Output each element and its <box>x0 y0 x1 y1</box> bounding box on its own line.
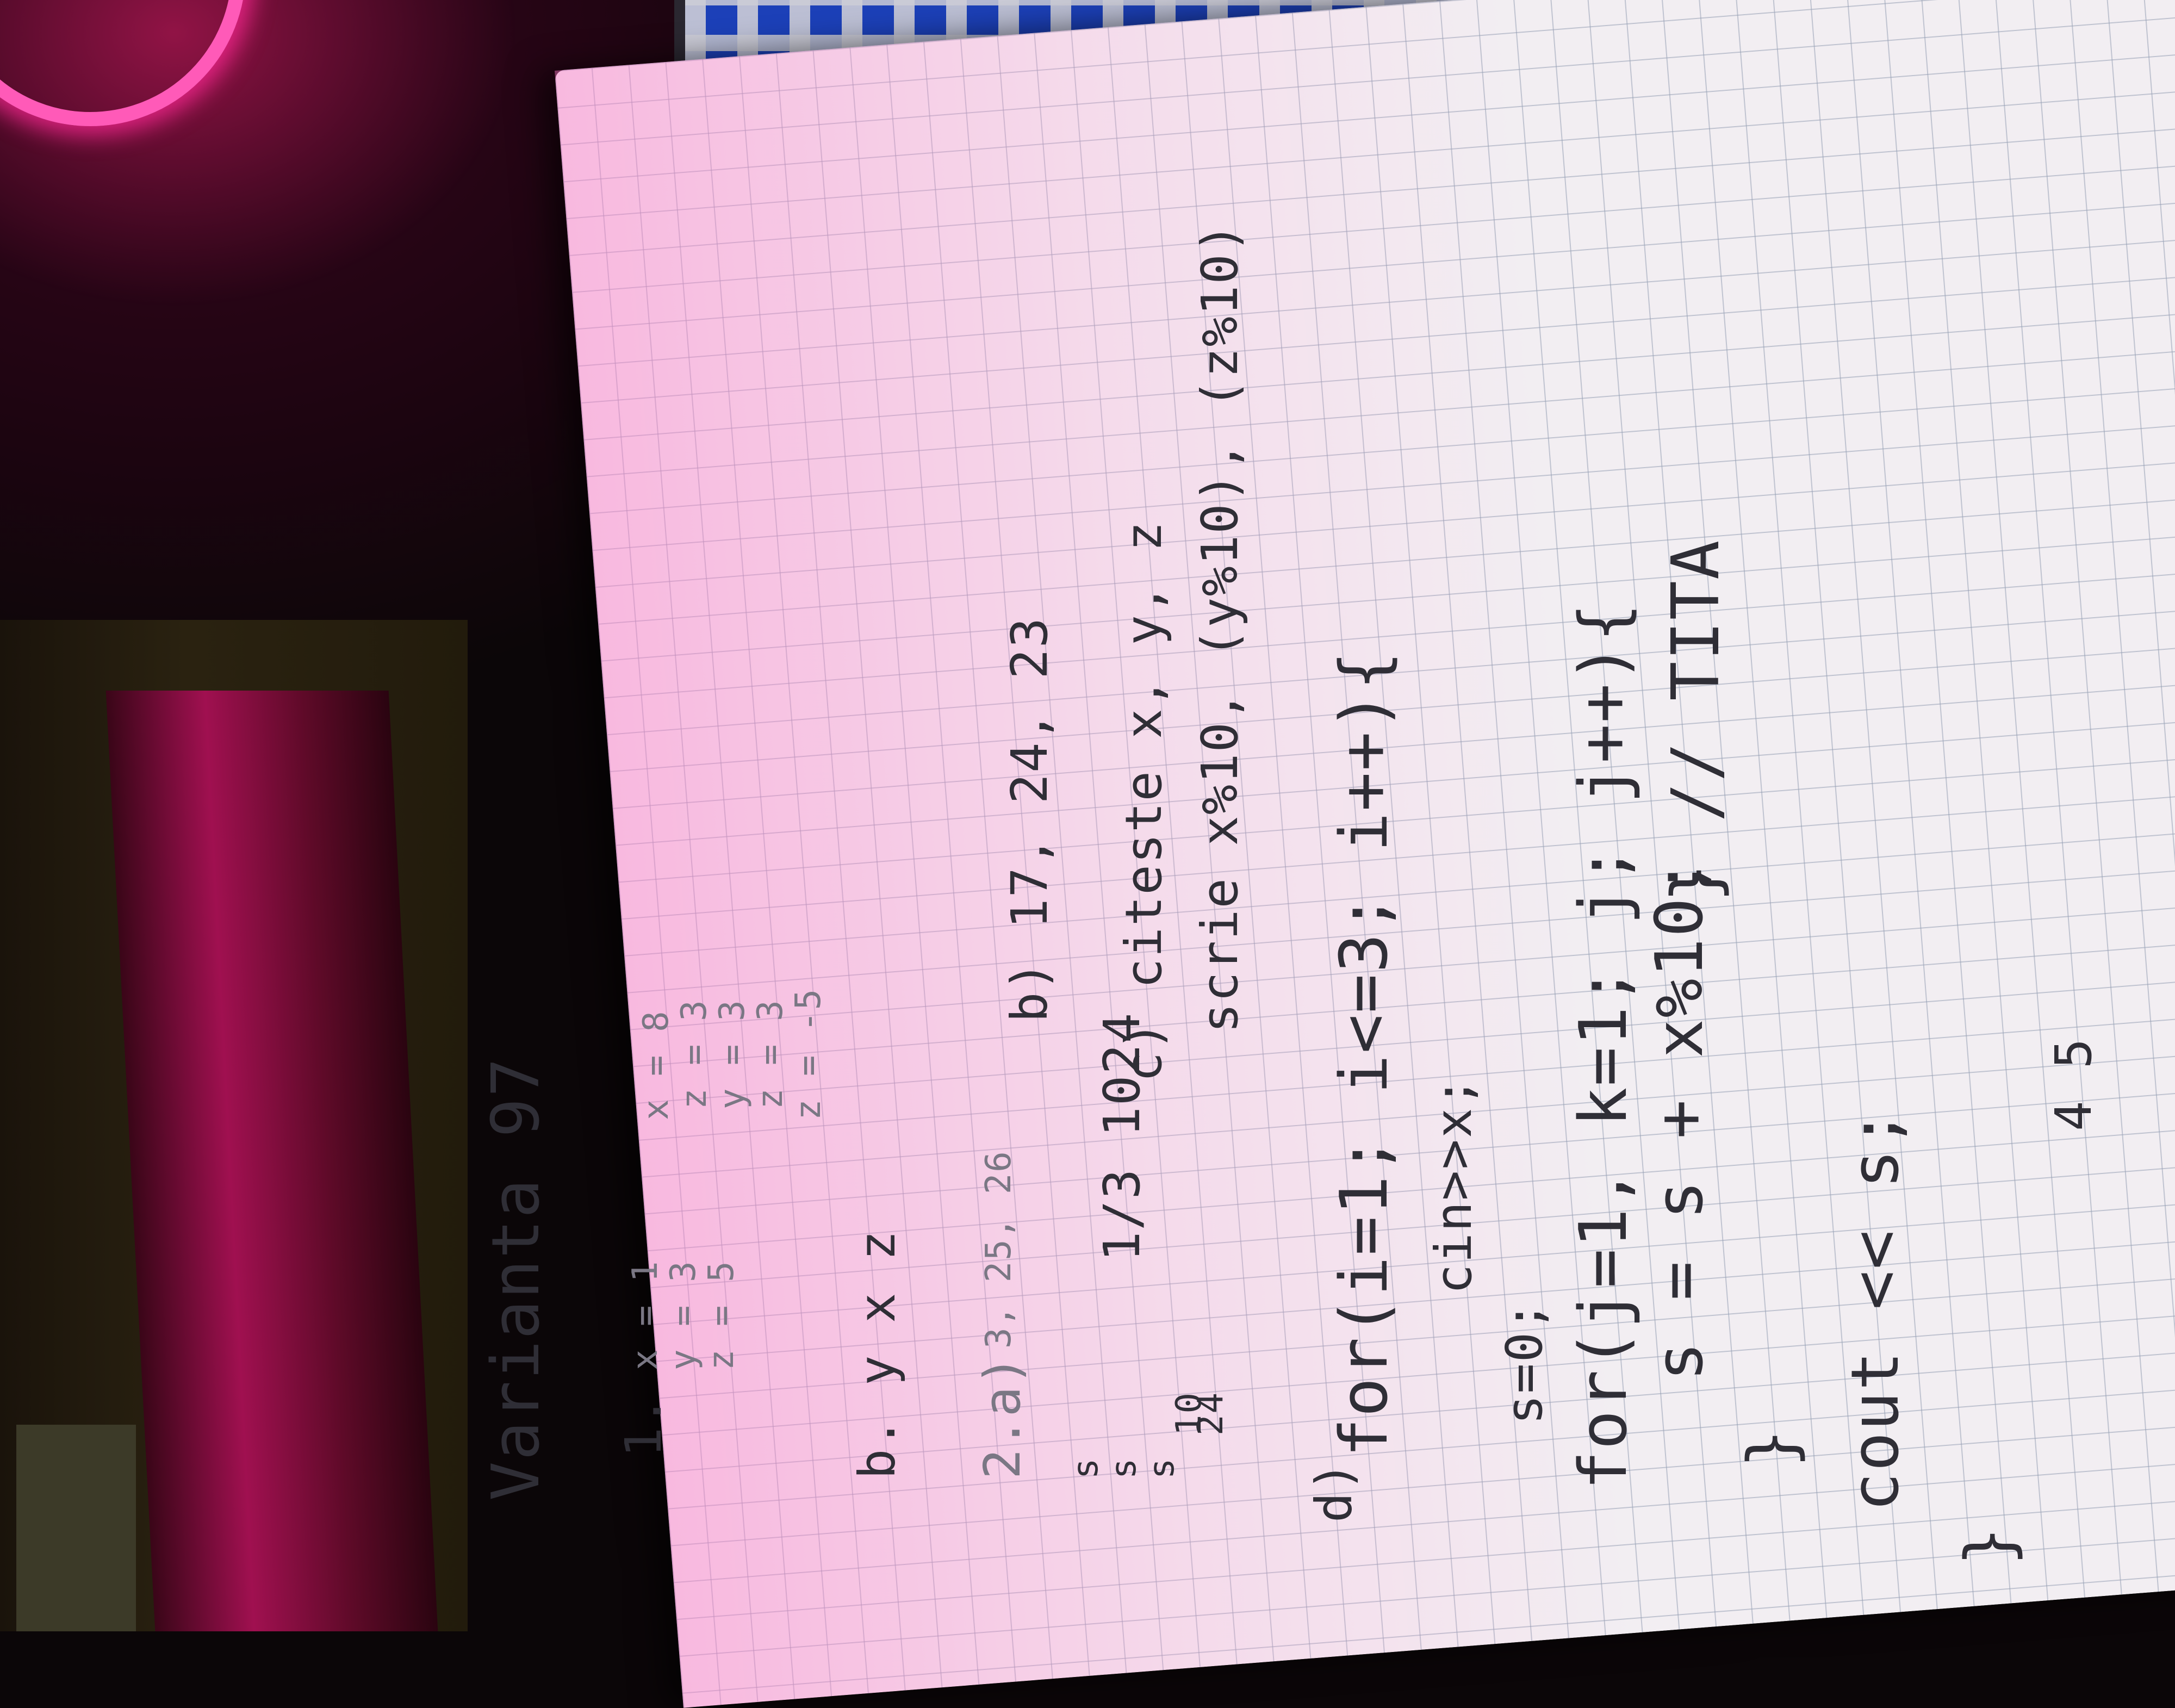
ex2-label: 2.a) <box>973 1354 1031 1479</box>
code-line-6: } <box>1735 1427 1810 1468</box>
ex1-answer: b. y x z <box>848 1229 906 1479</box>
code-line-1: for(i=1; i<=3; i++){ <box>1327 650 1402 1457</box>
ex1-trace-4: z = 3 <box>750 999 791 1109</box>
pink-object <box>105 691 438 1631</box>
code-line-3: s=0; <box>1495 1300 1553 1425</box>
ex2-b-answer: b) 17, 24, 23 <box>1000 616 1059 1022</box>
code-line-8: } <box>1952 1525 2028 1566</box>
ex2-trace-s3: s <box>1142 1457 1182 1479</box>
ex2-values: 3, 25, 26 <box>979 1150 1019 1349</box>
ex1-trace-5: z = -5 <box>788 987 829 1120</box>
ex2-trace-s2: s <box>1104 1457 1144 1479</box>
ex2-c-answer-line2: scrie x%10, (y%10), (z%10) <box>1191 221 1249 1033</box>
page-title: Varianta 97 <box>478 1057 554 1501</box>
code-line-2: cin>>x; <box>1425 1076 1483 1294</box>
page-numbers: 4 5 <box>2044 1037 2103 1131</box>
ex1-line-z: z = 5 <box>701 1260 742 1370</box>
ex2-c-answer: c) citeste x, y, z <box>1115 520 1173 1082</box>
ex1-trace-1: x = 8 <box>636 1010 676 1120</box>
code-line-5: s = s + x%10; <box>1642 856 1718 1381</box>
code-line-7: cout << s; <box>1838 1108 1913 1512</box>
ex2-trace-s1: s <box>1066 1457 1106 1479</box>
ex1-line-x: x = 1 <box>625 1260 666 1370</box>
code-label: d) <box>1305 1460 1363 1523</box>
ex1-label: 1. <box>614 1395 673 1457</box>
code-line-4: for(j=1, k=1; j; j++){ <box>1566 601 1642 1490</box>
ex2-trace-24: 24 <box>1191 1391 1231 1436</box>
ex1-line-y: y = 3 <box>663 1260 704 1370</box>
ex1-trace-2: z = 3 <box>674 999 714 1109</box>
ex1-trace-3: y = 3 <box>712 999 753 1109</box>
shelf-box <box>16 1425 136 1631</box>
code-comment: } // TITA <box>1658 539 1734 903</box>
